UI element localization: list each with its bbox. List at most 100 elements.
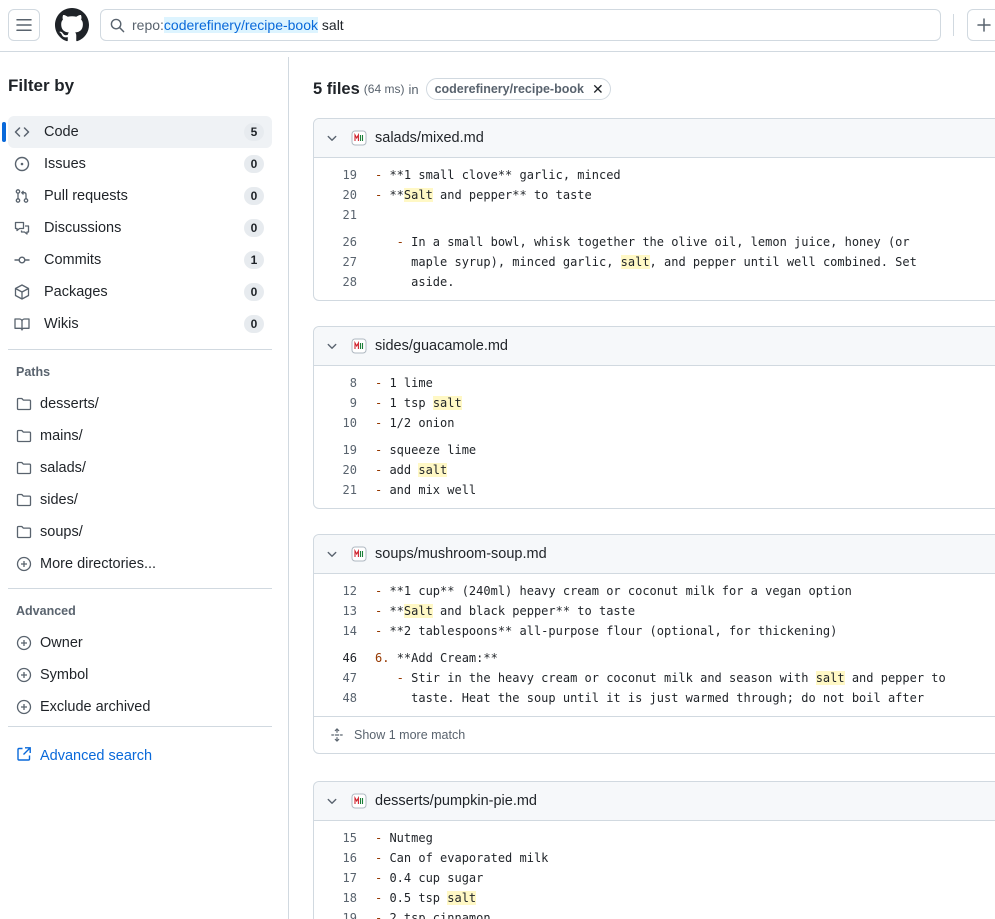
match-highlight: salt — [418, 463, 448, 477]
path-item-soups[interactable]: soups/ — [8, 516, 272, 548]
chevron-down-icon[interactable] — [326, 340, 342, 352]
line-number: 15 — [342, 831, 357, 845]
advanced-search-link[interactable]: Advanced search — [16, 746, 152, 765]
advanced-label: Owner — [40, 635, 83, 651]
code-text: 1/2 onion — [389, 416, 455, 430]
line-number: 27 — [342, 255, 357, 269]
file-name-link[interactable]: soups/mushroom-soup.md — [375, 546, 547, 562]
snippet-gap — [314, 225, 995, 232]
repo-filter-chip[interactable]: coderefinery/recipe-book ✕ — [425, 78, 611, 100]
unfold-icon — [330, 728, 346, 742]
filter-label: Discussions — [44, 220, 122, 236]
result-card: desserts/pumpkin-pie.md 15- Nutmeg 16- C… — [313, 781, 995, 919]
code-text: taste. Heat the soup until it is just wa… — [411, 691, 925, 705]
filter-item-discussions[interactable]: Discussions 0 — [8, 212, 272, 244]
advanced-item-symbol[interactable]: Symbol — [8, 659, 272, 691]
file-name-link[interactable]: desserts/pumpkin-pie.md — [375, 793, 537, 809]
book-icon — [14, 316, 30, 332]
github-logo-icon[interactable] — [55, 8, 89, 42]
search-input[interactable]: repo:coderefinery/recipe-book salt — [100, 9, 941, 41]
filter-count: 0 — [244, 219, 264, 237]
line-number: 19 — [342, 443, 357, 457]
divider — [8, 588, 272, 589]
code-text: Stir in the heavy cream or coconut milk … — [411, 671, 816, 685]
code-line: 14- **2 tablespoons** all-purpose flour … — [314, 621, 995, 641]
filter-label: Wikis — [44, 316, 79, 332]
folder-icon — [16, 492, 32, 508]
filter-item-wikis[interactable]: Wikis 0 — [8, 308, 272, 340]
code-line: 19- 2 tsp cinnamon — [314, 908, 995, 919]
path-label: More directories... — [40, 556, 157, 572]
filter-title: Filter by — [8, 76, 75, 95]
match-highlight: Salt — [403, 188, 433, 202]
path-item-sides[interactable]: sides/ — [8, 484, 272, 516]
code-text: **2 tablespoons** all-purpose flour (opt… — [389, 624, 838, 638]
menu-button[interactable] — [8, 9, 40, 41]
code-text: Can of evaporated milk — [389, 851, 549, 865]
filter-item-packages[interactable]: Packages 0 — [8, 276, 272, 308]
code-text: **1 small clove** garlic, minced — [389, 168, 621, 182]
advanced-list: Owner Symbol Exclude archived — [8, 627, 272, 723]
code-text: and pepper** to taste — [432, 188, 592, 202]
code-text: aside. — [411, 275, 455, 289]
code-text: and black pepper** to taste — [432, 604, 636, 618]
code-text: 1 lime — [389, 376, 433, 390]
markdown-file-icon — [351, 546, 367, 562]
code-line: 8- 1 lime — [314, 373, 995, 393]
type-filter-list: Code 5 Issues 0 Pull requests 0 Discussi… — [2, 116, 272, 340]
path-item-desserts[interactable]: desserts/ — [8, 388, 272, 420]
code-line: 19- **1 small clove** garlic, minced — [314, 165, 995, 185]
divider — [8, 726, 272, 727]
line-number: 21 — [342, 483, 357, 497]
more-directories-button[interactable]: More directories... — [8, 548, 272, 580]
result-card-header[interactable]: salads/mixed.md — [314, 119, 995, 158]
result-card-header[interactable]: sides/guacamole.md — [314, 327, 995, 366]
show-more-label: Show 1 more match — [354, 728, 466, 742]
code-text: and mix well — [389, 483, 477, 497]
code-line: 10- 1/2 onion — [314, 413, 995, 433]
divider — [8, 349, 272, 350]
code-line: 26 - In a small bowl, whisk together the… — [314, 232, 995, 252]
result-card-header[interactable]: soups/mushroom-soup.md — [314, 535, 995, 574]
file-name-link[interactable]: sides/guacamole.md — [375, 338, 508, 354]
path-item-salads[interactable]: salads/ — [8, 452, 272, 484]
code-text: maple syrup), minced garlic, — [411, 255, 621, 269]
plus-circle-icon — [16, 667, 32, 683]
advanced-item-owner[interactable]: Owner — [8, 627, 272, 659]
line-number: 19 — [342, 168, 357, 182]
result-card-header[interactable]: desserts/pumpkin-pie.md — [314, 782, 995, 821]
path-item-mains[interactable]: mains/ — [8, 420, 272, 452]
close-icon[interactable]: ✕ — [592, 81, 604, 98]
filter-item-code[interactable]: Code 5 — [2, 116, 272, 148]
snippet-gap — [314, 433, 995, 440]
markdown-file-icon — [351, 338, 367, 354]
package-icon — [14, 284, 30, 300]
chevron-down-icon[interactable] — [326, 548, 342, 560]
filter-item-pull-requests[interactable]: Pull requests 0 — [8, 180, 272, 212]
hamburger-icon — [16, 19, 32, 31]
create-new-button[interactable] — [967, 9, 995, 41]
chevron-down-icon[interactable] — [326, 132, 342, 144]
line-number: 17 — [342, 871, 357, 885]
file-name-link[interactable]: salads/mixed.md — [375, 130, 484, 146]
paths-list: desserts/ mains/ salads/ sides/ soups/ M… — [8, 388, 272, 580]
filter-count: 5 — [244, 123, 264, 141]
commit-icon — [14, 252, 30, 268]
folder-icon — [16, 396, 32, 412]
advanced-item-exclude-archived[interactable]: Exclude archived — [8, 691, 272, 723]
code-line: 12- **1 cup** (240ml) heavy cream or coc… — [314, 581, 995, 601]
path-label: sides/ — [40, 492, 78, 508]
filter-item-commits[interactable]: Commits 1 — [8, 244, 272, 276]
sidebar: Filter by Code 5 Issues 0 Pull requests … — [0, 57, 289, 919]
search-repo: coderefinery/recipe-book — [163, 17, 319, 33]
filter-item-issues[interactable]: Issues 0 — [8, 148, 272, 180]
search-qualifier: repo: — [132, 17, 164, 33]
code-line: 21- and mix well — [314, 480, 995, 500]
results-header: 5 files (64 ms) in coderefinery/recipe-b… — [313, 78, 611, 100]
code-line: 9- 1 tsp salt — [314, 393, 995, 413]
show-more-matches-button[interactable]: Show 1 more match — [314, 716, 995, 753]
line-number: 14 — [342, 624, 357, 638]
plus-circle-icon — [16, 556, 32, 572]
chevron-down-icon[interactable] — [326, 795, 342, 807]
advanced-search-label: Advanced search — [40, 747, 153, 764]
